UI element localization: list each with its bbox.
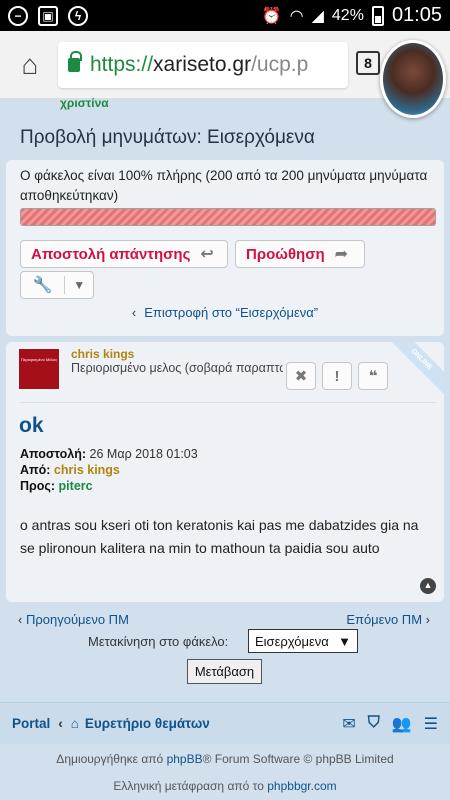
rank-image: Περιορισμένο Μέλος [19,349,59,389]
chevron-left-icon: ‹ [18,612,23,627]
quote-button[interactable]: ❝ [358,362,388,390]
chevron-left-icon: ‹ [131,305,137,320]
avatar[interactable] [380,40,446,118]
minus-circle-icon: − [8,5,28,26]
tools-dropdown-button[interactable]: 🔧 ▼ [20,271,94,299]
folder-select[interactable]: Εισερχόμενα ▼ [248,629,358,653]
delete-button[interactable]: ✖ [286,362,316,390]
post-date: Αποστολή: 26 Μαρ 2018 01:03 [20,447,198,461]
phpbb-link[interactable]: phpBB [167,752,203,766]
report-button[interactable]: ! [322,362,352,390]
divider [20,402,436,403]
reply-button[interactable]: Αποστολή απάντησης ↩ [20,240,228,268]
reply-label: Αποστολή απάντησης [31,245,191,263]
battery-icon [371,5,384,26]
online-badge: ONLINE [383,342,444,398]
credit-line: Δημιουργήθηκε από phpBB® Forum Software … [56,752,394,766]
forward-icon: ➦ [334,246,349,263]
gallery-icon: ▣ [38,5,58,26]
back-to-top-icon[interactable]: ▲ [420,578,436,594]
folder-panel: Ο φάκελος είναι 100% πλήρης (200 από τα … [6,160,444,336]
shield-icon[interactable]: ⛉ [368,714,380,734]
caret-down-icon: ▼ [338,633,351,649]
address-bar[interactable]: https://xariseto.gr/ucp.p [58,41,348,88]
next-pm-link[interactable]: Επόμενο ΠΜ › [346,612,430,627]
post-to: Προς: piterc [20,479,93,493]
reply-icon: ↩ [200,246,214,263]
url-path: /ucp.p [251,52,309,76]
quote-icon: ❝ [368,368,378,385]
return-to-inbox-link[interactable]: ‹ Επιστροφή στο “Εισερχόμενα” [6,305,444,320]
home-icon[interactable]: ⌂ [10,45,50,85]
quota-progress-bar [20,208,436,226]
battery-percent: 42% [331,6,364,24]
forward-button[interactable]: Προώθηση ➦ [235,240,365,268]
board-index-link[interactable]: Ευρετήριο θεμάτων [85,716,210,731]
url-host: xariseto.gr [153,52,252,76]
forward-label: Προώθηση [246,245,325,263]
move-to-folder-label: Μετακίνηση στο φάκελο: [88,634,229,649]
message-post: Περιορισμένο Μέλος chris kings Περιορισμ… [6,342,444,602]
tab-switcher-button[interactable]: 8 [356,51,380,75]
alarm-icon: ⏰ [261,7,282,25]
wifi-icon: ◠ [289,7,304,25]
translation-credit: Ελληνική μετάφραση από το phpbbgr.com [113,779,337,793]
folder-select-value: Εισερχόμενα [255,633,329,649]
post-subject[interactable]: ok [19,414,44,438]
chevron-right-icon: › [425,612,430,627]
envelope-icon[interactable]: ✉ [342,714,355,734]
previous-pm-link[interactable]: ‹ Προηγούμενο ΠΜ [18,612,129,627]
return-link-label: Επιστροφή στο “Εισερχόμενα” [144,305,319,320]
close-icon: ✖ [294,368,308,385]
home-icon: ⌂ [70,716,79,731]
lock-icon [68,50,82,72]
footer-navbar: Portal ‹ ⌂ Ευρετήριο θεμάτων ✉ ⛉ 👥 ☰ [0,702,450,744]
users-icon[interactable]: 👥 [392,714,412,734]
exclamation-icon: ! [334,367,340,385]
post-body: o antras sou kseri oti ton keratonis kai… [20,517,419,556]
caret-down-icon: ▼ [73,278,86,292]
phpbbgr-link[interactable]: phpbbgr.com [267,779,336,793]
author-rank: Περιορισμένο μελος (σοβαρά παραπτώματα) [71,361,283,375]
username-link[interactable]: χριστίνα [60,96,109,110]
menu-icon[interactable]: ☰ [424,714,438,734]
page-title: Προβολή μηνυμάτων: Εισερχόμενα [20,127,315,148]
from-user-link[interactable]: chris kings [54,463,120,477]
quota-progress-fill [21,209,435,225]
quota-text: Ο φάκελος είναι 100% πλήρης (200 από τα … [20,168,428,203]
status-bar: − ▣ ϟ ⏰ ◠ ◢ 42% 01:05 [0,0,450,31]
portal-link[interactable]: Portal [12,716,50,731]
author-name[interactable]: chris kings [71,347,134,361]
go-button[interactable]: Μετάβαση [187,659,262,684]
signal-icon: ◢ [311,7,324,25]
chevron-left-icon: ‹ [58,716,63,731]
url-scheme: https:// [90,52,154,76]
clock: 01:05 [391,4,442,26]
to-user-link[interactable]: piterc [59,479,93,493]
messenger-icon: ϟ [68,5,88,26]
post-from: Από: chris kings [20,463,120,477]
wrench-icon: 🔧 [32,277,53,294]
